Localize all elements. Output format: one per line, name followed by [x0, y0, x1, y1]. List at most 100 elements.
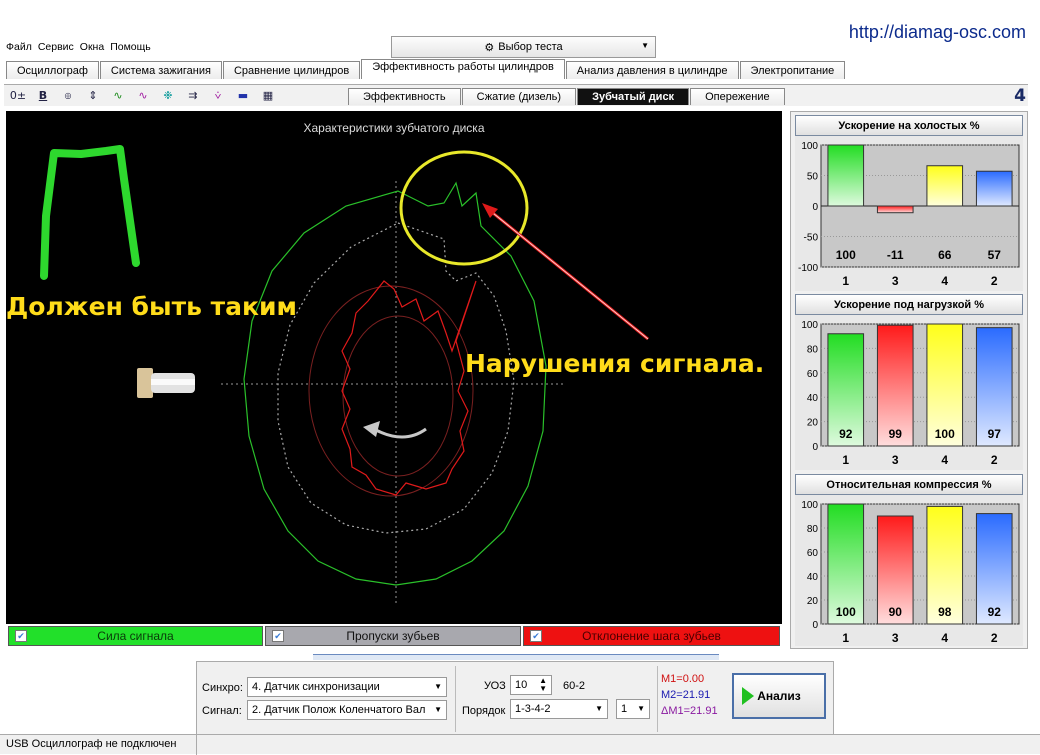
chart-relative-compression: Относительная компрессия % 100 80 60 40 20 0 1… [795, 474, 1023, 646]
tab-oscilloscope[interactable]: Осциллограф [6, 61, 99, 79]
subtab-efficiency[interactable]: Эффективность [348, 88, 461, 105]
checkbox-icon[interactable]: ✔ [15, 630, 27, 642]
filter-icon[interactable]: ⩒ [208, 87, 228, 105]
tab-cylinder-compare[interactable]: Сравнение цилиндров [222, 61, 361, 79]
y-tick-label: 20 [807, 418, 819, 429]
sync-select[interactable]: 4. Датчик синхронизации ▼ [247, 677, 447, 697]
toggle-signal-strength-label: Сила сигнала [97, 629, 174, 643]
y-tick-label: -100 [798, 263, 818, 274]
panel-splitter[interactable] [313, 654, 719, 660]
inner-ring-outer [308, 285, 474, 497]
sequence-icon[interactable]: ⇉ [183, 87, 203, 105]
bar-value-label: 100 [935, 427, 955, 441]
chart-title[interactable]: Относительная компрессия % [795, 474, 1023, 495]
x-category-label: 4 [941, 631, 948, 645]
bar-value-label: 99 [889, 427, 903, 441]
signal-label: Сигнал: [202, 705, 242, 717]
fault-highlight-circle [399, 150, 529, 266]
uoz-value: 10 [515, 679, 528, 691]
uoz-spinner[interactable]: 10 ▲ ▼ [510, 675, 552, 695]
bar [827, 144, 865, 207]
subtab-toothed-disk[interactable]: Зубчатый диск [577, 88, 690, 105]
chart-title[interactable]: Ускорение на холостых % [795, 115, 1023, 136]
expected-shape-drawing [40, 145, 140, 280]
scale-icon[interactable]: ⇕ [83, 87, 103, 105]
chart-title[interactable]: Ускорение под нагрузкой % [795, 294, 1023, 315]
bar-value-label: 90 [889, 605, 903, 619]
toothed-disk-canvas: Характеристики зубчатого диска Должен бы… [6, 111, 782, 624]
car-icon[interactable]: ▬ [233, 87, 253, 105]
annotation-should-be: Должен быть таким [6, 292, 297, 321]
bar-value-label: 100 [836, 248, 856, 262]
checkbox-icon[interactable]: ✔ [272, 630, 284, 642]
divider [455, 666, 456, 732]
y-tick-label: 60 [807, 369, 819, 380]
menu-file[interactable]: Файл [6, 41, 32, 53]
divider [657, 666, 658, 732]
spin-arrows-icon[interactable]: ▲ ▼ [539, 677, 547, 693]
y-tick-label: 40 [807, 572, 819, 583]
inner-ring-inner [342, 315, 454, 477]
x-category-label: 2 [991, 453, 998, 467]
cooling-icon[interactable]: ❉ [158, 87, 178, 105]
rpm-icon[interactable]: ◎ [58, 87, 78, 105]
x-category-label: 2 [991, 274, 998, 288]
gear-doc-icon: ⚙ [484, 41, 495, 54]
chevron-down-icon: ▼ [434, 682, 442, 691]
x-category-label: 4 [941, 274, 948, 288]
analyze-button[interactable]: Анализ [732, 673, 826, 719]
x-category-label: 1 [842, 274, 849, 288]
order-num-select[interactable]: 1 ▼ [616, 699, 650, 719]
chart-idle-acceleration: Ускорение на холостых % 100 50 0 -50 -100 100… [795, 115, 1023, 291]
checkbox-icon[interactable]: ✔ [530, 630, 542, 642]
order-label: Порядок [462, 705, 506, 717]
zero-shift-icon[interactable]: 0± [8, 87, 28, 105]
menu-windows[interactable]: Окна [80, 41, 104, 53]
chevron-down-icon: ▼ [637, 704, 645, 713]
tab-ignition[interactable]: Система зажигания [99, 61, 222, 79]
menu-service[interactable]: Сервис [38, 41, 74, 53]
x-category-label: 3 [892, 453, 899, 467]
annotation-signal-fault: Нарушения сигнала. [465, 349, 764, 378]
bar-value-label: 100 [836, 605, 856, 619]
subtab-advance[interactable]: Опережение [690, 88, 785, 105]
counter-icon[interactable]: ▦ [258, 87, 278, 105]
bar-value-label: 66 [938, 248, 952, 262]
bar [926, 165, 964, 207]
signal-select[interactable]: 2. Датчик Полож Коленчатого Вал ▼ [247, 700, 447, 720]
tab-pressure-analysis[interactable]: Анализ давления в цилиндре [565, 61, 739, 79]
sensor-icon [137, 368, 195, 398]
side-number: 4 [1014, 86, 1026, 106]
y-tick-label: 20 [807, 596, 819, 607]
y-tick-label: 0 [812, 442, 818, 453]
bar-value-label: 92 [839, 427, 853, 441]
y-tick-label: 60 [807, 548, 819, 559]
tab-cylinder-efficiency[interactable]: Эффективность работы цилиндров [361, 59, 565, 79]
chart-svg: 100 80 60 40 20 0 100 1 90 3 98 4 92 2 [801, 500, 1020, 645]
wave-icon[interactable]: ∿ [108, 87, 128, 105]
test-select-label: Выбор теста [498, 41, 563, 53]
x-category-label: 1 [842, 453, 849, 467]
x-category-label: 1 [842, 631, 849, 645]
y-tick-label: 0 [812, 620, 818, 631]
status-text: USB Осциллограф не подключен [6, 738, 177, 750]
toggle-missing-teeth[interactable]: ✔ Пропуски зубьев [265, 626, 521, 646]
toggle-pitch-deviation[interactable]: ✔ Отклонение шага зубьев [523, 626, 780, 646]
subtab-diesel-compression[interactable]: Сжатие (дизель) [461, 88, 577, 105]
bar-value-label: -11 [887, 248, 904, 262]
bar-value-label: 98 [938, 605, 952, 619]
chart-svg: 100 50 0 -50 -100 100 1 -11 3 66 4 57 2 [798, 141, 1020, 288]
menu-help[interactable]: Помощь [110, 41, 151, 53]
pitch-deviation-trace [341, 280, 477, 496]
cylinder-charts-panel: Ускорение на холостых % 100 50 0 -50 -100 100… [790, 111, 1028, 649]
order-select[interactable]: 1-3-4-2 ▼ [510, 699, 608, 719]
bold-icon[interactable]: B [33, 87, 53, 105]
y-tick-label: 100 [801, 500, 818, 511]
vvti-icon[interactable]: ∿ [133, 87, 153, 105]
toggle-signal-strength[interactable]: ✔ Сила сигнала [8, 626, 263, 646]
y-tick-label: 0 [812, 202, 818, 213]
test-select-dropdown[interactable]: ⚙ Выбор теста ▼ [391, 36, 656, 58]
x-category-label: 3 [892, 631, 899, 645]
main-tabs: Осциллограф Система зажигания Сравнение … [6, 59, 846, 79]
tab-power-supply[interactable]: Электропитание [739, 61, 846, 79]
